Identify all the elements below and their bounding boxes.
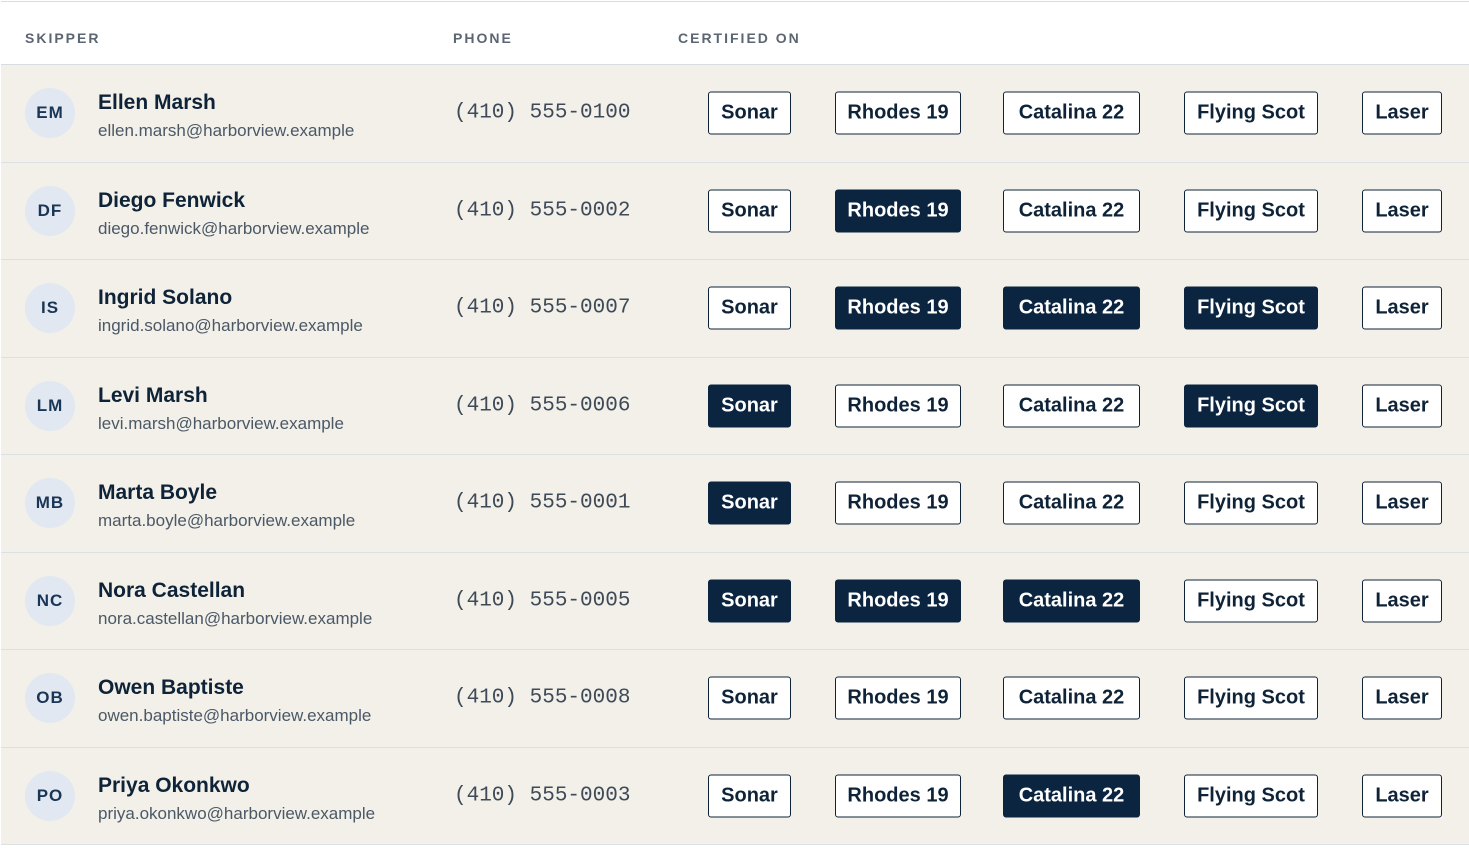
certification-toggle-rhodes-19[interactable]: Rhodes 19 [835,774,961,818]
certification-toggle-catalina-22[interactable]: Catalina 22 [1003,774,1140,818]
table-row: NC Nora Castellan nora.castellan@harborvie… [1,552,1469,650]
avatar: NC [25,575,75,626]
skipper-name: Ingrid Solano [98,286,233,309]
certification-toggle-catalina-22[interactable]: Catalina 22 [1003,481,1140,525]
certification-toggle-sonar[interactable]: Sonar [708,579,791,623]
certification-toggle-sonar[interactable]: Sonar [708,91,791,135]
certification-toggle-sonar[interactable]: Sonar [708,676,791,720]
skipper-phone: (410) 555-0003 [454,784,631,808]
skipper-phone: (410) 555-0002 [454,199,631,223]
certification-toggle-sonar[interactable]: Sonar [708,481,791,525]
certification-toggle-laser[interactable]: Laser [1362,189,1442,233]
table-row: OB Owen Baptiste owen.baptiste@harborview.… [1,650,1469,748]
skipper-name: Ellen Marsh [98,91,216,114]
skipper-phone: (410) 555-0005 [454,589,631,613]
certification-toggle-rhodes-19[interactable]: Rhodes 19 [835,676,961,720]
skipper-name: Nora Castellan [98,578,246,602]
skipper-email: nora.castellan@harborview.example [98,608,373,628]
certification-toggle-flying-scot[interactable]: Flying Scot [1184,481,1318,525]
avatar: LM [25,380,75,431]
certification-toggle-laser[interactable]: Laser [1362,481,1442,525]
table-row: EM Ellen Marsh ellen.marsh@harborview.exam… [1,65,1469,163]
avatar: MB [25,478,75,529]
certification-toggle-sonar[interactable]: Sonar [708,384,791,428]
column-header-phone[interactable]: PHONE [453,30,513,46]
certification-toggle-laser[interactable]: Laser [1362,384,1442,428]
table-row: LM Levi Marsh levi.marsh@harborview.exampl… [1,357,1469,455]
certification-toggle-flying-scot[interactable]: Flying Scot [1184,676,1318,720]
skipper-email: diego.fenwick@harborview.example [98,218,370,238]
skipper-name: Priya Okonkwo [98,773,250,797]
certification-toggle-catalina-22[interactable]: Catalina 22 [1003,676,1140,720]
avatar: IS [25,283,75,334]
avatar: DF [25,185,75,236]
certification-toggle-flying-scot[interactable]: Flying Scot [1184,579,1318,623]
skipper-name: Marta Boyle [98,481,218,504]
column-header-skipper[interactable]: SKIPPER [25,30,100,46]
skipper-name: Levi Marsh [98,383,208,407]
certification-toggle-rhodes-19[interactable]: Rhodes 19 [835,481,961,525]
skipper-email: marta.boyle@harborview.example [98,511,356,530]
certification-toggle-catalina-22[interactable]: Catalina 22 [1003,286,1140,330]
column-header-certified-on[interactable]: CERTIFIED ON [678,30,801,46]
table-row: MB Marta Boyle marta.boyle@harborview.exam… [1,455,1469,553]
skipper-phone: (410) 555-0100 [454,101,631,125]
skipper-email: priya.okonkwo@harborview.example [98,803,376,823]
certification-toggle-laser[interactable]: Laser [1362,579,1442,623]
skipper-name: Owen Baptiste [98,676,244,699]
table-row: PO Priya Okonkwo priya.okonkwo@harborview.… [1,747,1469,845]
avatar: EM [25,88,75,139]
skipper-certification-table: SKIPPER PHONE CERTIFIED ON EM Ellen Marsh… [1,1,1469,852]
certification-toggle-flying-scot[interactable]: Flying Scot [1184,774,1318,818]
certification-toggle-rhodes-19[interactable]: Rhodes 19 [835,579,961,623]
certification-toggle-flying-scot[interactable]: Flying Scot [1184,189,1318,233]
certification-toggle-catalina-22[interactable]: Catalina 22 [1003,579,1140,623]
certification-toggle-catalina-22[interactable]: Catalina 22 [1003,384,1140,428]
certification-toggle-laser[interactable]: Laser [1362,774,1442,818]
certification-toggle-rhodes-19[interactable]: Rhodes 19 [835,384,961,428]
certification-toggle-rhodes-19[interactable]: Rhodes 19 [835,286,961,330]
certification-toggle-rhodes-19[interactable]: Rhodes 19 [835,91,961,135]
certification-toggle-catalina-22[interactable]: Catalina 22 [1003,91,1140,135]
certification-toggle-laser[interactable]: Laser [1362,676,1442,720]
skipper-email: levi.marsh@harborview.example [98,413,344,433]
skipper-phone: (410) 555-0007 [454,296,631,320]
avatar: PO [25,770,75,821]
skipper-email: ellen.marsh@harborview.example [98,121,355,140]
skipper-email: ingrid.solano@harborview.example [98,316,363,335]
certification-toggle-laser[interactable]: Laser [1362,286,1442,330]
certification-toggle-flying-scot[interactable]: Flying Scot [1184,384,1318,428]
certification-toggle-sonar[interactable]: Sonar [708,286,791,330]
skipper-email: owen.baptiste@harborview.example [98,706,372,725]
certification-toggle-rhodes-19[interactable]: Rhodes 19 [835,189,961,233]
certification-toggle-catalina-22[interactable]: Catalina 22 [1003,189,1140,233]
skipper-phone: (410) 555-0008 [454,686,631,710]
table-row: IS Ingrid Solano ingrid.solano@harborview.… [1,260,1469,358]
avatar: OB [25,673,75,724]
skipper-phone: (410) 555-0001 [454,491,631,515]
table-body: EM Ellen Marsh ellen.marsh@harborview.exam… [1,65,1469,845]
skipper-phone: (410) 555-0006 [454,394,631,418]
table-row: DF Diego Fenwick diego.fenwick@harborview.… [1,162,1469,260]
certification-toggle-flying-scot[interactable]: Flying Scot [1184,91,1318,135]
certification-toggle-sonar[interactable]: Sonar [708,774,791,818]
certification-toggle-sonar[interactable]: Sonar [708,189,791,233]
certification-toggle-laser[interactable]: Laser [1362,91,1442,135]
certification-toggle-flying-scot[interactable]: Flying Scot [1184,286,1318,330]
skipper-name: Diego Fenwick [98,188,246,212]
table-header: SKIPPER PHONE CERTIFIED ON [1,2,1469,65]
